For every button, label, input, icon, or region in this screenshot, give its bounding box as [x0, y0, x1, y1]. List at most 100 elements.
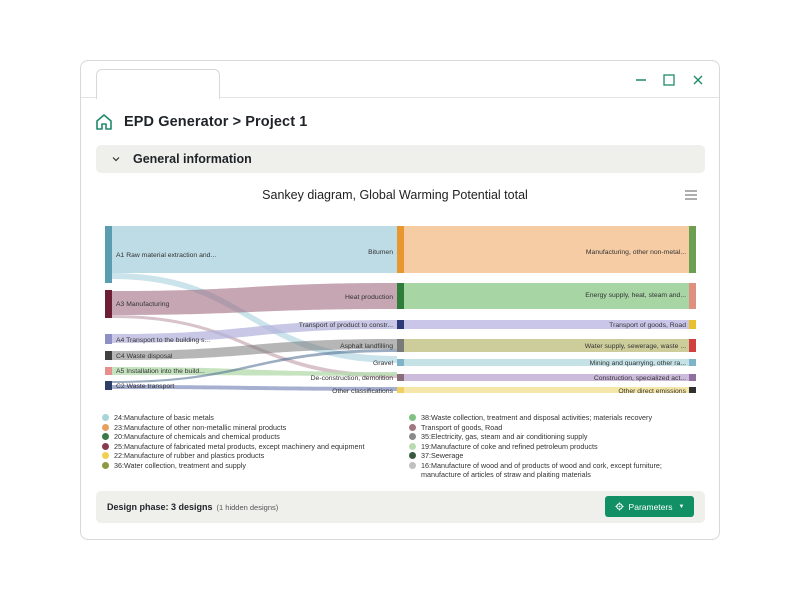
chart-title: Sankey diagram, Global Warming Potential… — [262, 188, 528, 202]
legend-item[interactable]: 35:Electricity, gas, steam and air condi… — [409, 432, 699, 442]
node-transport-goods[interactable] — [689, 320, 696, 329]
legend-left: 24:Manufacture of basic metals 23:Manufa… — [102, 413, 402, 470]
legend-label: 37:Sewerage — [421, 451, 464, 460]
legend-item[interactable]: 37:Sewerage — [409, 451, 699, 461]
label-construction: Construction, specialized act... — [594, 375, 686, 382]
legend-label: 20:Manufacture of chemicals and chemical… — [114, 432, 280, 441]
hidden-designs-note: (1 hidden designs) — [216, 503, 279, 512]
legend-dot — [102, 433, 109, 440]
close-icon[interactable] — [688, 70, 708, 90]
legend-label: 25:Manufacture of fabricated metal produ… — [114, 441, 365, 451]
label-bitumen: Bitumen — [368, 249, 393, 256]
page-header: EPD Generator > Project 1 — [95, 111, 307, 133]
legend-label: 38:Waste collection, treatment and dispo… — [421, 413, 653, 422]
node-demolition[interactable] — [397, 374, 404, 381]
maximize-icon[interactable] — [659, 70, 679, 90]
legend-dot — [409, 414, 416, 421]
legend-item[interactable]: 16:Manufacture of wood and of products o… — [409, 461, 699, 480]
node-manufacturing-nonmetal[interactable] — [689, 226, 696, 273]
legend-dot — [102, 423, 109, 431]
label-asphalt-landfilling: Asphalt landfilling — [340, 343, 393, 350]
label-c4: C4 Waste disposal — [116, 353, 173, 360]
node-c2[interactable] — [105, 381, 112, 390]
label-heat-production: Heat production — [345, 294, 393, 301]
legend-label: 23:Manufacture of other non-metallic min… — [114, 422, 287, 432]
legend-label: 19:Manufacture of coke and refined petro… — [421, 441, 598, 451]
page-title: EPD Generator > Project 1 — [124, 114, 308, 130]
legend-dot — [409, 452, 416, 459]
legend-dot — [102, 414, 109, 421]
minimize-icon[interactable] — [631, 70, 651, 90]
legend-item[interactable]: 24:Manufacture of basic metals — [102, 413, 402, 423]
section-label: General information — [133, 152, 252, 166]
node-construction[interactable] — [689, 374, 696, 381]
legend-item[interactable]: Transport of goods, Road — [409, 423, 699, 433]
label-a5: A5 Installation into the build... — [116, 368, 205, 375]
label-c2: C2 Waste transport — [116, 383, 174, 390]
node-energy-supply[interactable] — [689, 283, 696, 309]
browser-tab[interactable] — [96, 69, 220, 99]
legend-dot — [102, 442, 109, 450]
legend-dot — [102, 452, 109, 459]
node-bitumen[interactable] — [397, 226, 404, 273]
design-phase-label: Design phase: 3 designs — [107, 502, 213, 512]
home-icon[interactable] — [95, 113, 113, 131]
label-energy-supply: Energy supply, heat, steam and... — [585, 292, 686, 299]
gear-icon — [614, 502, 624, 511]
legend-item[interactable]: 23:Manufacture of other non-metallic min… — [102, 423, 402, 433]
parameters-button[interactable]: Parameters ▼ — [605, 496, 694, 517]
node-a3[interactable] — [105, 290, 112, 318]
node-asphalt-landfilling[interactable] — [397, 339, 404, 352]
general-information-section[interactable]: General information — [96, 145, 705, 173]
node-other-emissions[interactable] — [689, 387, 696, 393]
hamburger-menu-icon[interactable] — [684, 189, 698, 201]
node-water-supply[interactable] — [689, 339, 696, 352]
node-gravel[interactable] — [397, 359, 404, 366]
title-bar — [81, 61, 719, 99]
legend-dot — [102, 461, 109, 469]
legend-dot — [409, 433, 416, 440]
app-window: EPD Generator > Project 1 General inform… — [80, 60, 720, 540]
legend-item[interactable]: 36:Water collection, treatment and suppl… — [102, 461, 402, 471]
legend-dot — [409, 442, 416, 450]
sankey-diagram: A1 Raw material extraction and... A3 Man… — [105, 226, 696, 395]
legend-label: 22:Manufacture of rubber and plastics pr… — [114, 451, 265, 460]
legend-label: 35:Electricity, gas, steam and air condi… — [421, 432, 588, 441]
label-transport-product: Transport of product to constr... — [299, 322, 393, 329]
chevron-down-icon — [112, 157, 120, 162]
label-a3: A3 Manufacturing — [116, 301, 169, 308]
node-heat-production[interactable] — [397, 283, 404, 309]
node-a4[interactable] — [105, 334, 112, 344]
parameters-label: Parameters — [628, 501, 673, 512]
label-a4: A4 Transport to the building s... — [116, 337, 210, 344]
legend-label: 16:Manufacture of wood and of products o… — [421, 460, 662, 480]
legend-item[interactable]: 20:Manufacture of chemicals and chemical… — [102, 432, 402, 442]
node-other-classifications[interactable] — [397, 387, 404, 393]
node-a5[interactable] — [105, 367, 112, 375]
caret-down-icon: ▼ — [678, 503, 685, 510]
node-a1[interactable] — [105, 226, 112, 283]
legend-item[interactable]: 38:Waste collection, treatment and dispo… — [409, 413, 699, 423]
design-phase-bar: Design phase: 3 designs (1 hidden designs… — [96, 491, 705, 523]
label-transport-goods: Transport of goods, Road — [609, 322, 686, 329]
node-transport-product[interactable] — [397, 320, 404, 329]
legend-item[interactable]: 19:Manufacture of coke and refined petro… — [409, 442, 699, 452]
label-water-supply: Water supply, sewerage, waste ... — [585, 343, 686, 350]
legend-label: Transport of goods, Road — [421, 422, 503, 432]
legend-label: 36:Water collection, treatment and suppl… — [114, 460, 246, 470]
label-a1: A1 Raw material extraction and... — [116, 252, 216, 259]
label-gravel: Gravel — [373, 360, 394, 367]
legend-item[interactable]: 25:Manufacture of fabricated metal produ… — [102, 442, 402, 452]
legend-right: 38:Waste collection, treatment and dispo… — [409, 413, 699, 480]
design-phase-text: Design phase: 3 designs (1 hidden designs… — [107, 502, 278, 512]
legend-dot — [409, 461, 416, 469]
legend-dot — [409, 423, 416, 431]
label-demolition: De-construction, demolition — [311, 375, 394, 382]
label-other-emissions: Other direct emissions — [618, 388, 686, 395]
legend-label: 24:Manufacture of basic metals — [114, 413, 214, 422]
label-other-classifications: Other classifications — [332, 388, 393, 395]
node-mining[interactable] — [689, 359, 696, 366]
label-mining: Mining and quarrying, other ra... — [590, 360, 686, 367]
node-c4[interactable] — [105, 351, 112, 360]
legend-item[interactable]: 22:Manufacture of rubber and plastics pr… — [102, 451, 402, 461]
